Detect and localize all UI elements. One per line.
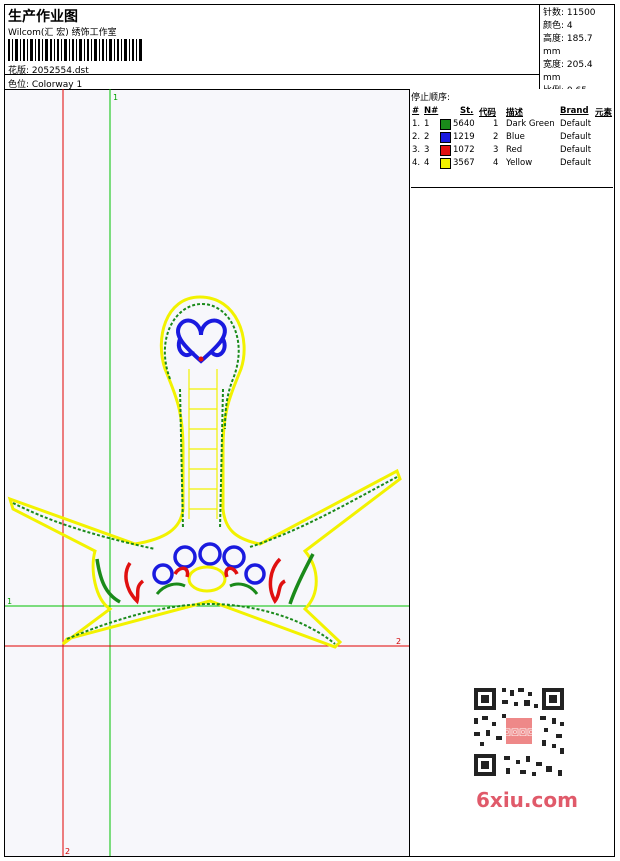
color-count: 颜色: 4 — [543, 21, 573, 31]
row-stitches: 5640 — [453, 119, 475, 129]
guide-label-h2: 2 — [396, 637, 401, 646]
table-row[interactable]: 2. 2 1219 2 Blue Default — [411, 132, 613, 145]
row-code: 4 — [493, 158, 499, 168]
row-num: 3. — [412, 145, 421, 155]
row-brand: Default — [560, 158, 592, 168]
row-stitches: 1219 — [453, 132, 475, 142]
table-row[interactable]: 1. 1 5640 1 Dark Green Default — [411, 119, 613, 132]
row-needle: 1 — [424, 119, 430, 129]
row-brand: Default — [560, 132, 592, 142]
stitch-count: 针数: 11500 — [543, 8, 596, 18]
left-red-scroll — [124, 561, 145, 605]
row-num: 1. — [412, 119, 421, 129]
design-canvas[interactable]: 1 1 2 2 — [5, 89, 410, 856]
col-header-code: 代码 — [479, 108, 497, 118]
row-num: 4. — [412, 158, 421, 168]
guide-label-v1: 1 — [113, 93, 118, 102]
row-brand: Default — [560, 119, 592, 129]
row-needle: 2 — [424, 132, 430, 142]
qr-code-icon: 回回回回 — [466, 682, 570, 782]
design-width: 宽度: 205.4 mm — [543, 60, 593, 83]
col-header-st: St. — [460, 106, 474, 116]
yellow-outline — [7, 295, 402, 649]
col-header-num: # — [412, 106, 420, 116]
header-info: 生产作业图 Wilcom(汇 宏) 绣饰工作室 花版: 2052554.dst … — [5, 5, 539, 90]
green-leaves — [155, 582, 259, 595]
page-title: 生产作业图 — [8, 9, 78, 25]
blue-heart-motif — [176, 318, 227, 364]
row-code: 1 — [493, 119, 499, 129]
col-header-n: N# — [424, 106, 439, 116]
row-needle: 3 — [424, 145, 430, 155]
row-brand: Default — [560, 145, 592, 155]
color-swatch — [440, 158, 451, 169]
guide-label-v2: 2 — [65, 847, 70, 856]
col-header-element: 元素 — [595, 108, 613, 118]
worksheet-header: 生产作业图 Wilcom(汇 宏) 绣饰工作室 花版: 2052554.dst … — [5, 5, 614, 96]
red-flower-accents — [173, 566, 239, 578]
barcode-icon — [8, 39, 142, 61]
watermark-logo: 6xiu.com — [476, 788, 578, 812]
color-swatch — [440, 119, 451, 130]
design-height: 高度: 185.7 mm — [543, 34, 593, 57]
row-desc: Yellow — [506, 158, 533, 168]
embroidery-design: 1 1 2 2 — [5, 89, 409, 856]
row-desc: Dark Green — [506, 119, 555, 129]
col-header-desc: 描述 — [506, 108, 524, 118]
blue-flower — [152, 542, 266, 585]
row-code: 2 — [493, 132, 499, 142]
row-stitches: 3567 — [453, 158, 475, 168]
yellow-inner-lines — [188, 369, 218, 519]
right-green-scroll — [288, 553, 315, 605]
table-row[interactable]: 4. 4 3567 4 Yellow Default — [411, 158, 613, 171]
pattern-file: 花版: 2052554.dst — [8, 66, 89, 76]
yellow-flower-center — [187, 565, 227, 593]
color-swatch — [440, 145, 451, 156]
row-desc: Red — [506, 145, 523, 155]
guide-label-h1: 1 — [7, 597, 12, 606]
red-heart-dot — [198, 356, 204, 362]
row-code: 3 — [493, 145, 499, 155]
row-stitches: 1072 — [453, 145, 475, 155]
design-stats: 针数: 11500 颜色: 4 高度: 185.7 mm 宽度: 205.4 m… — [539, 5, 614, 96]
row-num: 2. — [412, 132, 421, 142]
stop-sequence-table: # N# St. 代码 描述 Brand 元素 1. 1 5640 1 Dark… — [411, 103, 613, 188]
stop-sequence-heading: 停止顺序: — [411, 93, 451, 103]
right-red-scroll — [268, 557, 286, 605]
seal-text: 回回回回 — [503, 728, 535, 737]
company-name: Wilcom(汇 宏) 绣饰工作室 — [8, 28, 117, 38]
row-desc: Blue — [506, 132, 525, 142]
col-header-brand: Brand — [560, 106, 589, 116]
color-swatch — [440, 132, 451, 143]
row-needle: 4 — [424, 158, 430, 168]
table-row[interactable]: 3. 3 1072 3 Red Default — [411, 145, 613, 158]
